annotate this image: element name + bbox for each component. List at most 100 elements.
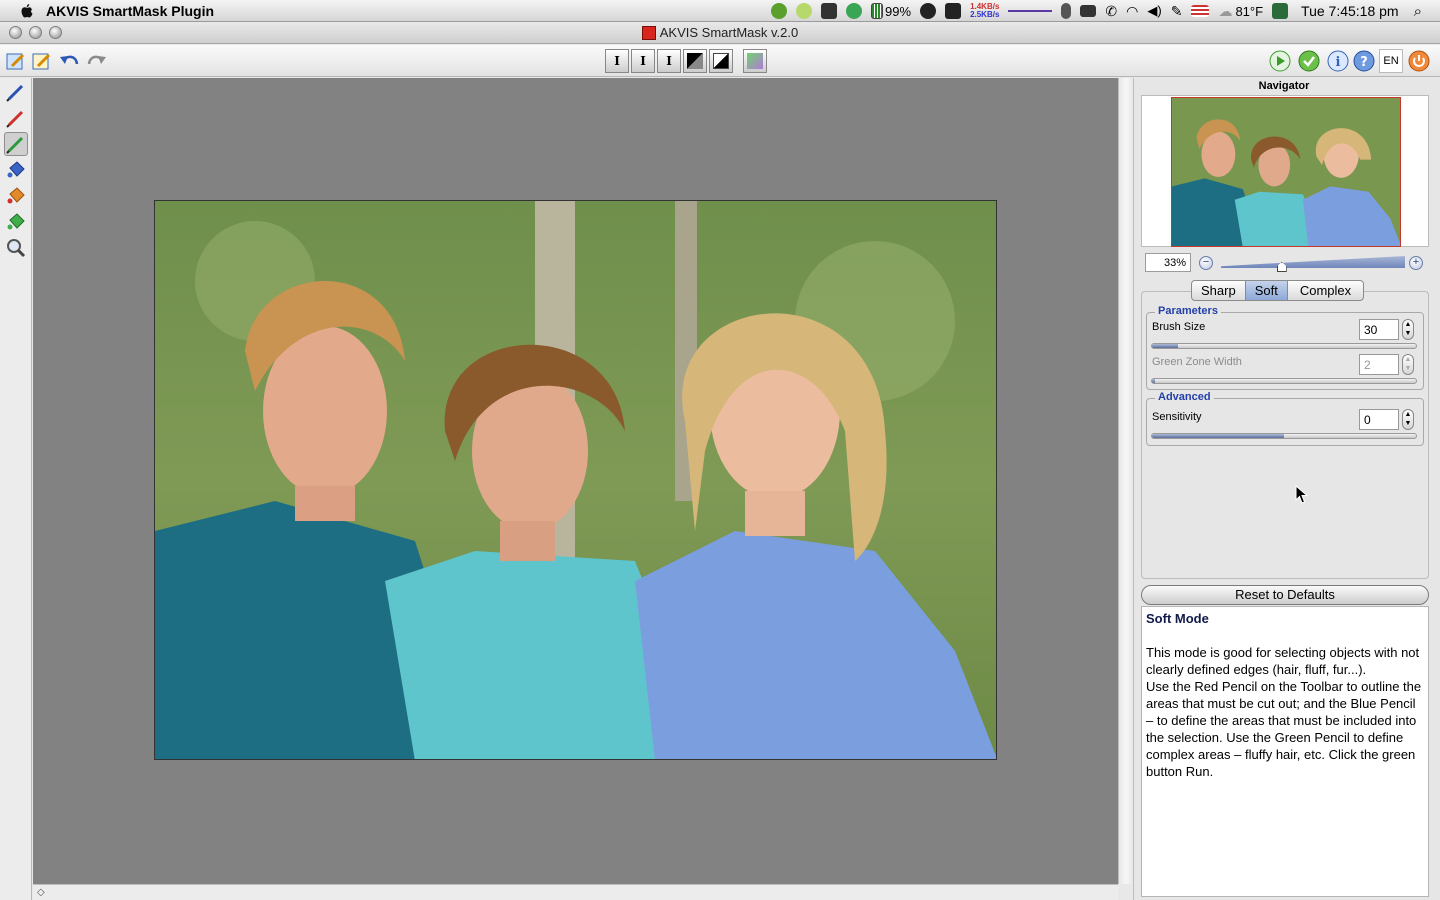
green-pencil-tool[interactable] [4,132,28,156]
weather-indicator[interactable]: ☁ 81°F [1218,3,1263,20]
image-canvas[interactable] [33,78,1118,884]
undo-button[interactable] [58,49,82,73]
navigator-thumbnail[interactable] [1171,97,1401,247]
zoom-out-button[interactable]: − [1199,256,1213,270]
power-icon [1408,50,1430,72]
zoom-slider[interactable] [1221,256,1405,268]
view-mode-1-button[interactable]: I [605,49,629,73]
chat-icon[interactable] [796,3,813,19]
blue-pencil-tool[interactable] [4,80,28,104]
user-icon[interactable] [1272,3,1289,19]
info-button[interactable]: i [1326,49,1350,73]
resize-grip-icon: ◇ [37,887,45,898]
apple-menu-icon[interactable] [18,2,36,20]
battery-indicator[interactable]: 99% [871,3,911,19]
help-button[interactable]: ? [1352,49,1376,73]
view-mode-3-button[interactable]: I [657,49,681,73]
zoom-tool[interactable] [4,236,28,260]
magnifier-icon [7,239,26,258]
script-icon[interactable]: ✎ [1171,3,1183,20]
run-button[interactable] [1268,49,1292,73]
blue-pencil-icon [6,84,24,102]
net-down-rate: 2.5KB/s [970,10,1000,19]
spotlight-search-icon[interactable]: ⌕ [1414,3,1422,20]
green-mask-icon [747,53,763,69]
sensitivity-label: Sensitivity [1152,411,1202,423]
svg-text:i: i [1336,55,1341,70]
green-zone-input[interactable]: 2 [1359,354,1399,375]
quit-button[interactable] [1407,49,1431,73]
sensitivity-row: Sensitivity 0 ▲ ▼ [1151,409,1419,443]
green-zone-stepper[interactable]: ▲ ▼ [1402,354,1414,375]
evernote-icon[interactable] [821,3,838,19]
help-paragraph-1: This mode is good for selecting objects … [1146,645,1420,677]
adium-icon[interactable] [771,3,788,19]
reset-defaults-button[interactable]: Reset to Defaults [1141,585,1429,605]
parameters-legend: Parameters [1155,305,1221,317]
phone-icon[interactable]: ✆ [1105,3,1117,20]
brush-size-slider[interactable] [1151,343,1417,349]
close-window-button[interactable] [9,26,22,39]
globe-icon[interactable] [846,3,863,19]
help-title: Soft Mode [1146,611,1209,626]
us-flag-icon[interactable] [1191,5,1210,17]
display-icon[interactable] [1080,5,1097,17]
green-zone-slider-fill [1152,379,1155,383]
tab-complex[interactable]: Complex [1288,281,1363,300]
green-bucket-tool[interactable] [4,210,28,234]
network-monitor[interactable]: 1.4KB/s 2.5KB/s [970,3,999,19]
navigator-title: Navigator [1258,80,1310,92]
play-icon [1269,50,1291,72]
photo[interactable] [154,200,997,760]
edit-stroke-button[interactable] [30,49,54,73]
green-zone-row: Green Zone Width 2 ▲ ▼ [1151,354,1419,388]
apply-button[interactable] [1297,49,1321,73]
contrast-icon [713,53,729,69]
sensitivity-slider[interactable] [1151,433,1417,439]
cloud-icon: ☁ [1218,2,1233,19]
mask-view-button[interactable] [683,49,707,73]
zoom-field[interactable]: 33% [1145,253,1191,272]
minimize-window-button[interactable] [29,26,42,39]
zoom-window-button[interactable] [49,26,62,39]
new-stroke-button[interactable] [4,49,28,73]
tab-sharp[interactable]: Sharp [1192,281,1246,300]
advanced-group: Advanced Sensitivity 0 ▲ ▼ [1146,391,1424,446]
green-zone-slider[interactable] [1151,378,1417,384]
view-mode-2-button[interactable]: I [631,49,655,73]
spaces-icon[interactable] [945,3,962,19]
brush-size-stepper[interactable]: ▲ ▼ [1402,319,1414,340]
sensitivity-input[interactable]: 0 [1359,409,1399,430]
blue-bucket-icon [7,161,25,178]
photo-image [155,201,996,759]
menu-extras: 99% 1.4KB/s 2.5KB/s ✆ ◠ ◀) ✎ ☁ 81°F Tue … [771,0,1440,22]
navigator-preview[interactable] [1141,95,1429,247]
vertical-scrollbar[interactable] [1118,78,1133,884]
advanced-legend: Advanced [1155,391,1214,403]
bluetooth-icon[interactable] [1061,3,1072,19]
contrast-view-button[interactable] [709,49,733,73]
red-bucket-tool[interactable] [4,184,28,208]
menubar-clock[interactable]: Tue 7:45:18 pm [1301,3,1399,19]
language-button[interactable]: EN [1379,49,1403,73]
brush-size-input[interactable]: 30 [1359,319,1399,340]
green-mask-view-button[interactable] [743,49,767,73]
blue-bucket-tool[interactable] [4,158,28,182]
window-title-text: AKVIS SmartMask v.2.0 [659,25,799,40]
red-pencil-tool[interactable] [4,106,28,130]
volume-icon[interactable]: ◀) [1147,3,1161,19]
zoom-in-button[interactable]: + [1409,256,1423,270]
wifi-icon[interactable]: ◠ [1126,3,1138,20]
horizontal-scrollbar[interactable]: ◇ [33,884,1118,900]
timemachine-icon[interactable] [920,3,937,19]
sensitivity-stepper[interactable]: ▲ ▼ [1402,409,1414,430]
network-graph [1008,10,1053,12]
brush-size-label: Brush Size [1152,321,1206,333]
redo-icon [87,55,106,65]
redo-button[interactable] [84,49,108,73]
app-menu[interactable]: AKVIS SmartMask Plugin [46,3,214,19]
pencil-doc-icon [6,53,25,70]
tab-soft[interactable]: Soft [1245,281,1288,300]
green-bucket-icon [7,213,25,230]
brush-size-row: Brush Size 30 ▲ ▼ [1151,319,1419,353]
